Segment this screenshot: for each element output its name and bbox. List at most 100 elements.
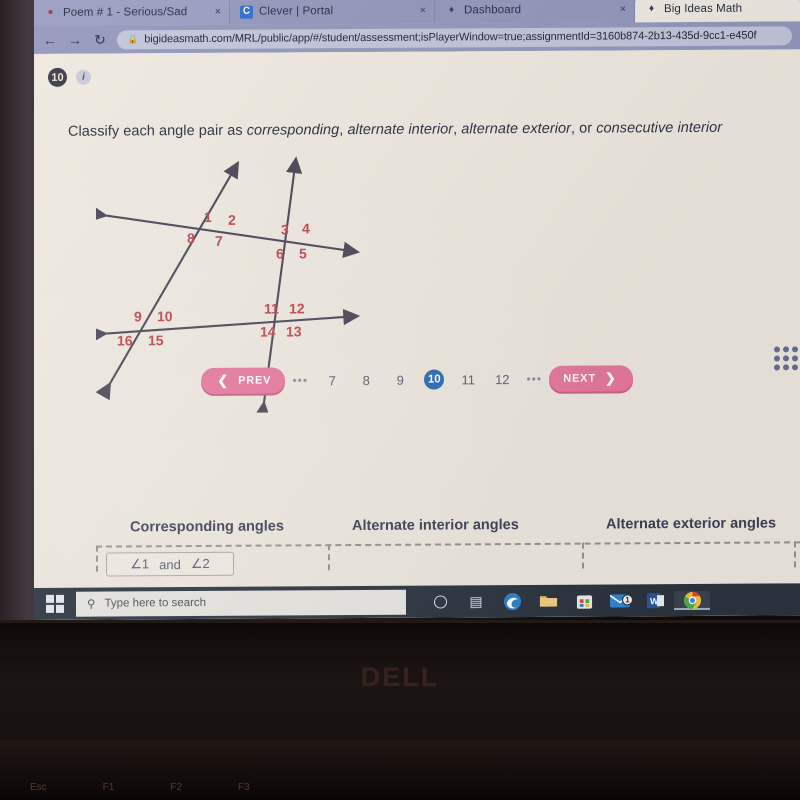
angle-label-3: 3 bbox=[281, 221, 289, 238]
prev-button[interactable]: ❮ PREV bbox=[201, 367, 286, 394]
address-bar-url: bigideasmath.com/MRL/public/app/#/studen… bbox=[144, 29, 757, 46]
tab-title: Dashboard bbox=[464, 4, 522, 17]
page-7[interactable]: 7 bbox=[315, 373, 349, 388]
question-header: 10 i bbox=[34, 63, 800, 87]
angle-label-13: 13 bbox=[286, 323, 302, 340]
page-12[interactable]: 12 bbox=[485, 372, 519, 387]
browser-tab-1[interactable]: C Clever | Portal × bbox=[230, 0, 435, 25]
angle-label-8: 8 bbox=[187, 230, 195, 247]
reload-icon[interactable]: ↻ bbox=[92, 31, 108, 48]
angle-label-12: 12 bbox=[289, 300, 305, 317]
browser-tab-2[interactable]: ♦ Dashboard × bbox=[435, 0, 635, 24]
category-alt-interior-label: Alternate interior angles bbox=[352, 517, 519, 535]
angle-label-9: 9 bbox=[134, 308, 142, 325]
page-ellipsis-left: ••• bbox=[292, 373, 309, 388]
category-corresponding-label: Corresponding angles bbox=[130, 518, 284, 536]
answer-tile-left: ∠1 bbox=[130, 556, 150, 572]
dropzone-divider bbox=[582, 542, 584, 569]
question-prompt: Classify each angle pair as correspondin… bbox=[34, 119, 800, 140]
app-grid-menu-icon[interactable] bbox=[774, 346, 798, 371]
answer-tile-and: and bbox=[159, 556, 181, 572]
browser-tab-3-active[interactable]: ♦ Big Ideas Math bbox=[635, 0, 800, 23]
angle-label-2: 2 bbox=[228, 211, 236, 228]
category-alt-exterior-label: Alternate exterior angles bbox=[606, 515, 777, 533]
book-icon: ● bbox=[47, 6, 54, 18]
angle-label-1: 1 bbox=[204, 208, 212, 225]
angle-label-16: 16 bbox=[117, 332, 133, 349]
page-11[interactable]: 11 bbox=[451, 372, 485, 387]
clever-icon: C bbox=[240, 5, 253, 19]
page-8[interactable]: 8 bbox=[349, 372, 383, 387]
chrome-icon[interactable] bbox=[674, 590, 710, 610]
dell-brand-logo: DELL bbox=[360, 662, 440, 692]
chevron-left-icon: ❮ bbox=[217, 372, 229, 388]
next-button[interactable]: NEXT ❯ bbox=[549, 365, 633, 392]
page-number-list: ••• 7 8 9 10 11 12 ••• bbox=[285, 369, 549, 391]
next-button-label: NEXT bbox=[563, 372, 596, 385]
prompt-term-corresponding: corresponding bbox=[246, 122, 340, 139]
angle-label-10: 10 bbox=[157, 308, 173, 325]
dropzone-divider bbox=[794, 541, 796, 568]
microsoft-store-icon[interactable] bbox=[566, 592, 602, 609]
key-f3[interactable]: F3 bbox=[238, 782, 250, 793]
pagination-bar: ❮ PREV ••• 7 8 9 10 11 12 ••• NEXT ❯ bbox=[34, 346, 800, 399]
laptop-hinge bbox=[0, 620, 800, 623]
prev-button-label: PREV bbox=[238, 374, 272, 387]
browser-tab-0[interactable]: ● Poem # 1 - Serious/Sad × bbox=[34, 0, 230, 27]
angle-label-5: 5 bbox=[299, 245, 307, 262]
angle-label-15: 15 bbox=[148, 332, 164, 349]
mail-icon[interactable]: 1 bbox=[602, 593, 638, 608]
file-explorer-icon[interactable] bbox=[530, 593, 566, 609]
back-icon[interactable]: ← bbox=[42, 32, 58, 48]
taskbar-icons: ▤ 1 W bbox=[422, 590, 710, 611]
page-current-badge: 10 bbox=[424, 369, 445, 390]
taskbar-search-input[interactable]: ⚲ Type here to search bbox=[76, 589, 406, 617]
lock-icon: 🔒 bbox=[127, 33, 139, 44]
category-headers: Corresponding angles Alternate interior … bbox=[34, 515, 800, 580]
page-ellipsis-right: ••• bbox=[526, 371, 543, 386]
address-bar[interactable]: 🔒 bigideasmath.com/MRL/public/app/#/stud… bbox=[117, 25, 792, 49]
assessment-page: 10 i Classify each angle pair as corresp… bbox=[34, 49, 800, 620]
angle-label-6: 6 bbox=[276, 245, 284, 262]
answer-tile-right: ∠2 bbox=[190, 555, 210, 572]
prompt-text: Classify each angle pair as bbox=[68, 122, 247, 140]
tab-close-button[interactable]: × bbox=[197, 6, 221, 18]
bigideas-icon: ♦ bbox=[648, 3, 655, 15]
windows-logo-icon bbox=[46, 595, 64, 613]
forward-icon[interactable]: → bbox=[67, 32, 83, 48]
edge-icon[interactable] bbox=[494, 591, 530, 610]
tab-title: Poem # 1 - Serious/Sad bbox=[63, 6, 188, 19]
answer-tile[interactable]: ∠1 and ∠2 bbox=[106, 551, 234, 577]
page-9[interactable]: 9 bbox=[383, 372, 417, 387]
keyboard-function-row: Esc F1 F2 F3 bbox=[30, 782, 250, 793]
start-button[interactable] bbox=[34, 595, 76, 613]
key-f1[interactable]: F1 bbox=[103, 782, 115, 793]
search-icon: ⚲ bbox=[87, 598, 96, 611]
laptop-photo: ● Poem # 1 - Serious/Sad × C Clever | Po… bbox=[0, 0, 800, 800]
prompt-term-alt-exterior: alternate exterior bbox=[461, 120, 572, 138]
cortana-icon[interactable] bbox=[422, 594, 458, 609]
tab-title: Big Ideas Math bbox=[664, 2, 743, 16]
chevron-right-icon: ❯ bbox=[604, 370, 617, 386]
page-10-current[interactable]: 10 bbox=[417, 369, 451, 390]
tab-close-button[interactable]: × bbox=[402, 5, 426, 17]
angle-label-14: 14 bbox=[260, 323, 276, 340]
angle-label-11: 11 bbox=[264, 300, 279, 317]
question-number-badge: 10 bbox=[48, 67, 67, 87]
key-f2[interactable]: F2 bbox=[170, 782, 182, 793]
prompt-sep: , or bbox=[571, 120, 597, 137]
word-icon[interactable]: W bbox=[638, 592, 674, 609]
dropzone-divider bbox=[328, 544, 330, 571]
angle-label-4: 4 bbox=[302, 220, 310, 237]
key-esc[interactable]: Esc bbox=[30, 782, 47, 793]
mail-badge-count: 1 bbox=[622, 593, 633, 605]
tab-close-button[interactable]: × bbox=[602, 3, 626, 15]
info-icon[interactable]: i bbox=[76, 69, 91, 85]
task-view-icon[interactable]: ▤ bbox=[458, 593, 494, 610]
dropzone-divider bbox=[96, 545, 98, 572]
prompt-term-alt-interior: alternate interior bbox=[347, 121, 454, 139]
tab-title: Clever | Portal bbox=[259, 5, 334, 18]
bigideas-icon: ♦ bbox=[448, 4, 455, 16]
browser-window: ● Poem # 1 - Serious/Sad × C Clever | Po… bbox=[34, 0, 800, 620]
angle-label-7: 7 bbox=[215, 232, 223, 249]
